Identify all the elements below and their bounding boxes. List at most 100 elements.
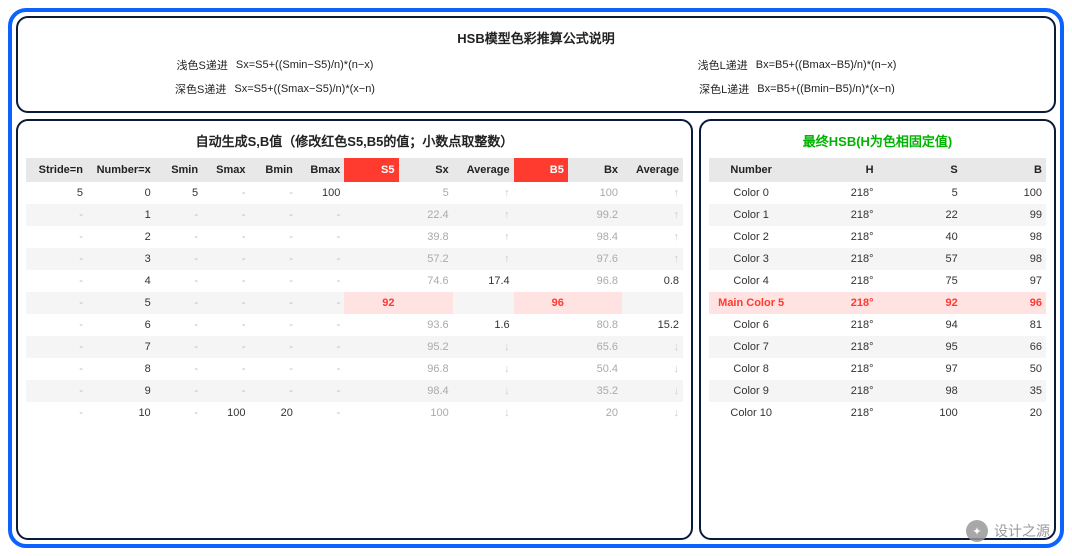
hsb-header-Number: Number bbox=[709, 158, 793, 182]
sb-cell: - bbox=[155, 358, 202, 380]
sb-cell: 5 bbox=[399, 182, 453, 204]
sb-cell: - bbox=[155, 314, 202, 336]
sb-header-B5: B5 bbox=[514, 158, 568, 182]
sb-cell: - bbox=[202, 358, 249, 380]
sb-cell bbox=[344, 336, 398, 358]
sb-header-Bmax: Bmax bbox=[297, 158, 344, 182]
sb-cell: - bbox=[155, 292, 202, 314]
hsb-cell: Main Color 5 bbox=[709, 292, 793, 314]
sb-cell: - bbox=[26, 402, 87, 424]
hsb-row: Color 6218°9481 bbox=[709, 314, 1046, 336]
sb-cell: - bbox=[297, 402, 344, 424]
sb-cell bbox=[622, 292, 683, 314]
sb-cell: 74.6 bbox=[399, 270, 453, 292]
formula-text: Bx=B5+((Bmax−B5)/n)*(n−x) bbox=[756, 59, 897, 71]
sb-cell: - bbox=[250, 380, 297, 402]
wechat-icon: ✦ bbox=[966, 520, 988, 542]
sb-cell: 4 bbox=[87, 270, 155, 292]
sb-table: Stride=nNumber=xSminSmaxBminBmaxS5SxAver… bbox=[26, 158, 683, 424]
sb-cell: 0.8 bbox=[622, 270, 683, 292]
sb-cell: - bbox=[297, 314, 344, 336]
sb-cell: ↓ bbox=[453, 402, 514, 424]
sb-row: -8----96.8↓50.4↓ bbox=[26, 358, 683, 380]
sb-header-Sx: Sx bbox=[399, 158, 453, 182]
sb-row: 505--1005↑100↑ bbox=[26, 182, 683, 204]
hsb-cell: Color 7 bbox=[709, 336, 793, 358]
sb-cell: 100 bbox=[568, 182, 622, 204]
sb-cell bbox=[514, 314, 568, 336]
sb-cell bbox=[514, 204, 568, 226]
sb-cell: - bbox=[155, 336, 202, 358]
sb-cell bbox=[344, 380, 398, 402]
hsb-cell: 20 bbox=[962, 402, 1046, 424]
sb-cell bbox=[514, 248, 568, 270]
final-hsb-table: NumberHSB Color 0218°5100Color 1218°2299… bbox=[709, 158, 1046, 424]
sb-cell bbox=[344, 248, 398, 270]
formula-title: HSB模型色彩推算公式说明 bbox=[34, 28, 1038, 47]
sb-cell: ↑ bbox=[453, 204, 514, 226]
hsb-cell: 218° bbox=[793, 204, 877, 226]
hsb-cell: 5 bbox=[878, 182, 962, 204]
hsb-cell: 218° bbox=[793, 182, 877, 204]
sb-cell: - bbox=[202, 226, 249, 248]
hsb-cell: Color 9 bbox=[709, 380, 793, 402]
sb-cell: - bbox=[250, 226, 297, 248]
formula-grid: 浅色S递进 Sx=S5+((Smin−S5)/n)*(n−x) 浅色L递进 Bx… bbox=[34, 57, 1038, 97]
sb-cell bbox=[453, 292, 514, 314]
sb-header-Smax: Smax bbox=[202, 158, 249, 182]
sb-cell bbox=[344, 402, 398, 424]
sb-cell: - bbox=[155, 402, 202, 424]
hsb-cell: 218° bbox=[793, 314, 877, 336]
sb-cell: - bbox=[250, 336, 297, 358]
sb-cell: 100 bbox=[202, 402, 249, 424]
sb-cell: - bbox=[202, 336, 249, 358]
sb-cell: 1.6 bbox=[453, 314, 514, 336]
formula-label: 浅色L递进 bbox=[698, 57, 748, 73]
sb-cell: 20 bbox=[250, 402, 297, 424]
sb-cell: 65.6 bbox=[568, 336, 622, 358]
sb-cell: 22.4 bbox=[399, 204, 453, 226]
hsb-cell: 98 bbox=[962, 248, 1046, 270]
hsb-cell: 94 bbox=[878, 314, 962, 336]
sb-cell: - bbox=[155, 226, 202, 248]
sb-cell bbox=[344, 182, 398, 204]
hsb-header-H: H bbox=[793, 158, 877, 182]
formula-label: 深色L递进 bbox=[699, 81, 749, 97]
hsb-cell: Color 10 bbox=[709, 402, 793, 424]
sb-cell: 1 bbox=[87, 204, 155, 226]
sb-cell: 17.4 bbox=[453, 270, 514, 292]
sb-cell: - bbox=[250, 182, 297, 204]
sb-cell bbox=[514, 358, 568, 380]
sb-cell: 100 bbox=[399, 402, 453, 424]
hsb-cell: 218° bbox=[793, 358, 877, 380]
sb-header-Number=x: Number=x bbox=[87, 158, 155, 182]
sb-cell bbox=[399, 292, 453, 314]
hsb-cell: 218° bbox=[793, 248, 877, 270]
hsb-cell: Color 6 bbox=[709, 314, 793, 336]
sb-header-Average: Average bbox=[622, 158, 683, 182]
sb-cell: - bbox=[250, 314, 297, 336]
hsb-cell: Color 0 bbox=[709, 182, 793, 204]
hsb-cell: 40 bbox=[878, 226, 962, 248]
hsb-header-S: S bbox=[878, 158, 962, 182]
formula-text: Sx=S5+((Smin−S5)/n)*(n−x) bbox=[236, 59, 374, 71]
sb-cell: 20 bbox=[568, 402, 622, 424]
sb-cell: ↓ bbox=[622, 336, 683, 358]
hsb-cell: Color 4 bbox=[709, 270, 793, 292]
hsb-cell: 96 bbox=[962, 292, 1046, 314]
sb-row: -2----39.8↑98.4↑ bbox=[26, 226, 683, 248]
formula-panel: HSB模型色彩推算公式说明 浅色S递进 Sx=S5+((Smin−S5)/n)*… bbox=[16, 16, 1056, 113]
final-hsb-title: 最终HSB(H为色相固定值) bbox=[709, 131, 1046, 150]
sb-cell: 97.6 bbox=[568, 248, 622, 270]
hsb-cell: 66 bbox=[962, 336, 1046, 358]
hsb-row: Color 3218°5798 bbox=[709, 248, 1046, 270]
sb-cell: - bbox=[26, 358, 87, 380]
hsb-row: Color 1218°2299 bbox=[709, 204, 1046, 226]
sb-cell: - bbox=[155, 270, 202, 292]
sb-row: -7----95.2↓65.6↓ bbox=[26, 336, 683, 358]
sb-cell: - bbox=[26, 292, 87, 314]
sb-cell: - bbox=[26, 270, 87, 292]
sb-cell: - bbox=[155, 380, 202, 402]
sb-generation-panel: 自动生成S,B值（修改红色S5,B5的值；小数点取整数） Stride=nNum… bbox=[16, 119, 693, 540]
sb-cell: - bbox=[26, 314, 87, 336]
